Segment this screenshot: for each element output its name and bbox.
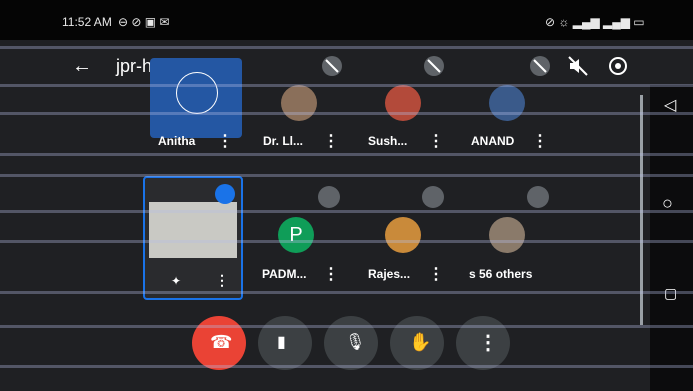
participant-name: s 56 others	[469, 267, 533, 281]
mic-off-icon	[318, 186, 340, 208]
scan-line	[0, 153, 693, 156]
avatar	[385, 85, 421, 121]
effects-icon[interactable]: ✦	[171, 274, 181, 288]
signal-icons: ⊘ ☼ ▂▄▆ ▂▄▆ ▭	[545, 15, 645, 29]
more-options-icon[interactable]: ⋮	[428, 131, 444, 151]
participant-name: Sush...	[368, 134, 408, 148]
scan-line	[0, 365, 693, 368]
avatar	[489, 217, 525, 253]
android-nav-bar: ◁ ○ ▢	[650, 85, 693, 391]
audio-level-icon	[215, 184, 235, 204]
avatar	[176, 72, 218, 114]
more-options-icon[interactable]: ⋮	[323, 264, 339, 284]
scan-line	[0, 112, 693, 115]
participant-name: Rajes...	[368, 267, 411, 281]
mic-icon: 🎙	[345, 334, 366, 351]
speaker-off-icon[interactable]	[566, 54, 590, 78]
status-bar: 11:52 AM ⊖ ⊘ ▣ ✉ ⊘ ☼ ▂▄▆ ▂▄▆ ▭	[0, 0, 693, 40]
mic-off-icon	[422, 186, 444, 208]
participant-name: ANAND	[471, 134, 515, 148]
mic-off-icon	[322, 56, 342, 76]
hand-icon: ✋	[409, 332, 432, 352]
more-options-icon[interactable]: ⋮	[428, 264, 444, 284]
back-arrow-icon[interactable]: ←	[72, 55, 92, 78]
participant-tile-anitha[interactable]	[150, 58, 242, 138]
scan-line	[0, 210, 693, 213]
participant-name: Anitha	[158, 134, 196, 148]
avatar	[281, 85, 317, 121]
switch-camera-icon[interactable]	[606, 54, 630, 78]
more-options-icon[interactable]: ⋮	[532, 131, 548, 151]
status-time: 11:52 AM	[62, 15, 112, 29]
mic-off-icon	[424, 56, 444, 76]
scan-line	[0, 84, 693, 87]
mic-off-icon	[530, 56, 550, 76]
phone-hangup-icon: ☎	[210, 332, 233, 352]
more-options-icon[interactable]: ⋮	[323, 131, 339, 151]
scan-line	[0, 325, 693, 328]
scan-line	[0, 240, 693, 243]
more-options-icon[interactable]: ⋮	[215, 272, 229, 289]
more-options-icon[interactable]: ⋮	[217, 131, 233, 151]
avatar	[489, 85, 525, 121]
mic-off-icon	[527, 186, 549, 208]
self-view-tile[interactable]: ✦ ⋮	[143, 176, 243, 300]
avatar	[385, 217, 421, 253]
avatar: P	[278, 217, 314, 253]
scan-line	[0, 46, 693, 49]
notification-icons: ⊖ ⊘ ▣ ✉	[118, 15, 170, 29]
more-vert-icon: ⋮	[478, 332, 498, 354]
video-off-icon: ▮	[277, 334, 286, 351]
participant-name: Dr. Ll...	[263, 134, 304, 148]
participant-name: PADM...	[262, 267, 307, 281]
scan-line	[0, 174, 693, 177]
scan-line	[0, 291, 693, 294]
